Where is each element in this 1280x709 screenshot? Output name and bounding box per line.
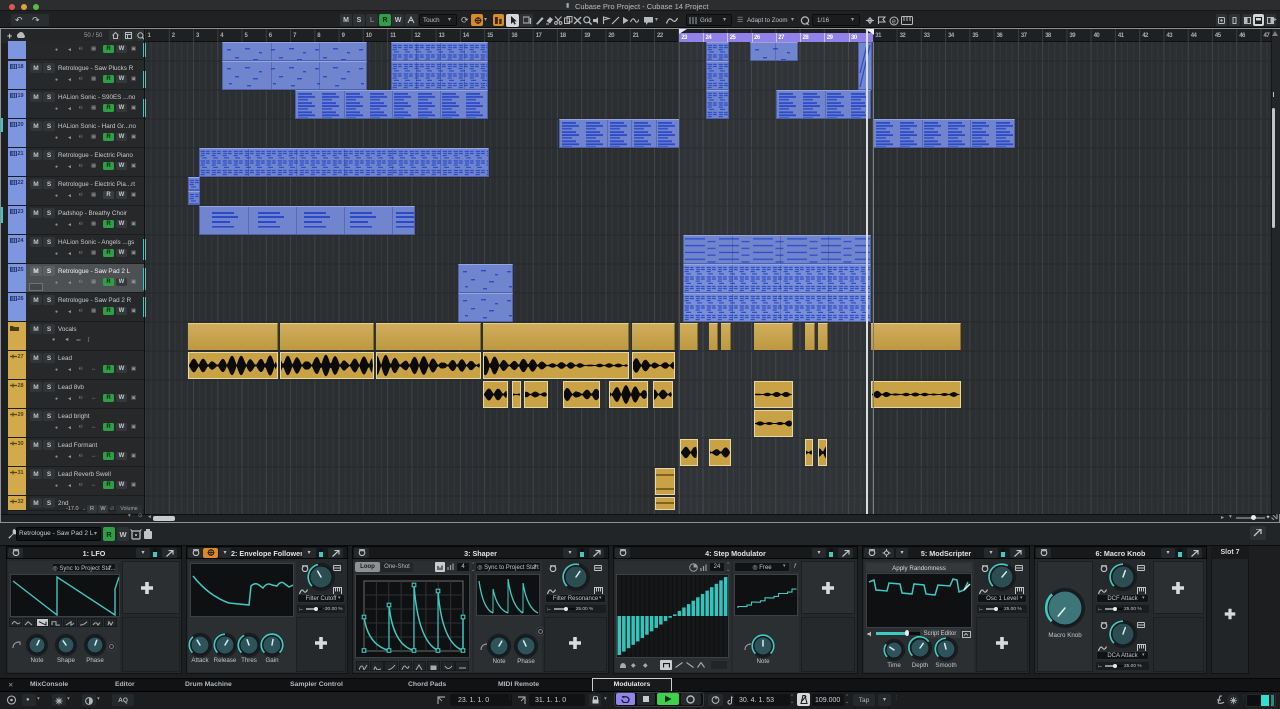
svg-text:e: e [892,18,896,25]
